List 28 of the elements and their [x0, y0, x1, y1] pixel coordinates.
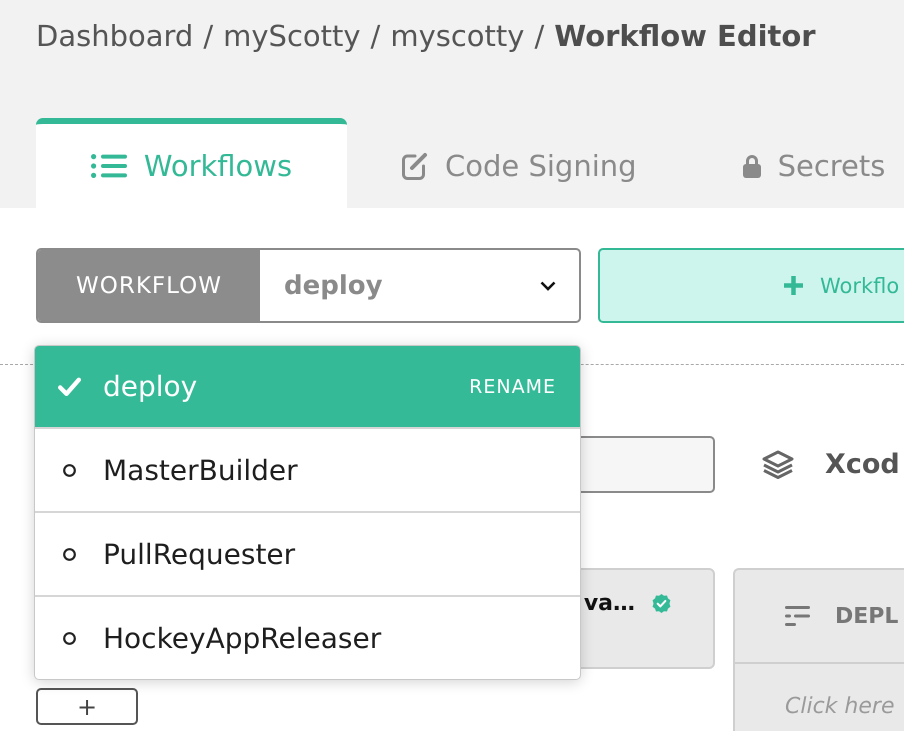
add-step-button[interactable]: +	[36, 688, 138, 725]
breadcrumb-separator: /	[370, 18, 380, 55]
breadcrumb-link[interactable]: myScotty	[223, 17, 361, 55]
menu-item[interactable]: PullRequester	[35, 511, 580, 595]
list-icon	[90, 154, 127, 178]
layers-icon	[762, 450, 794, 479]
check-icon	[58, 376, 81, 396]
plus-icon	[784, 276, 803, 295]
menu-item[interactable]: HockeyAppReleaser	[35, 595, 580, 679]
lock-icon	[742, 154, 761, 178]
breadcrumb-link[interactable]: myscotty	[390, 17, 524, 55]
circle-icon	[63, 548, 76, 560]
breadcrumb-current: Workflow Editor	[554, 18, 816, 55]
breadcrumb-separator: /	[534, 18, 544, 55]
stack-name: Xcod	[825, 449, 900, 480]
workflow-label: WORKFLOW	[38, 250, 260, 321]
selected-workflow: deploy	[283, 270, 384, 300]
menu-item[interactable]: MasterBuilder	[35, 427, 580, 511]
circle-icon	[63, 464, 76, 476]
step-title: va…	[584, 591, 635, 616]
breadcrumb-link[interactable]: Dashboard	[36, 17, 194, 55]
deploy-title: DEPL	[835, 604, 898, 628]
lines-icon	[785, 606, 810, 626]
chevron-down-icon	[540, 280, 556, 290]
edit-icon	[400, 152, 428, 180]
circle-icon	[63, 632, 76, 644]
breadcrumb-separator: /	[203, 18, 214, 55]
workflow-select[interactable]: WORKFLOW deploy	[36, 248, 581, 323]
